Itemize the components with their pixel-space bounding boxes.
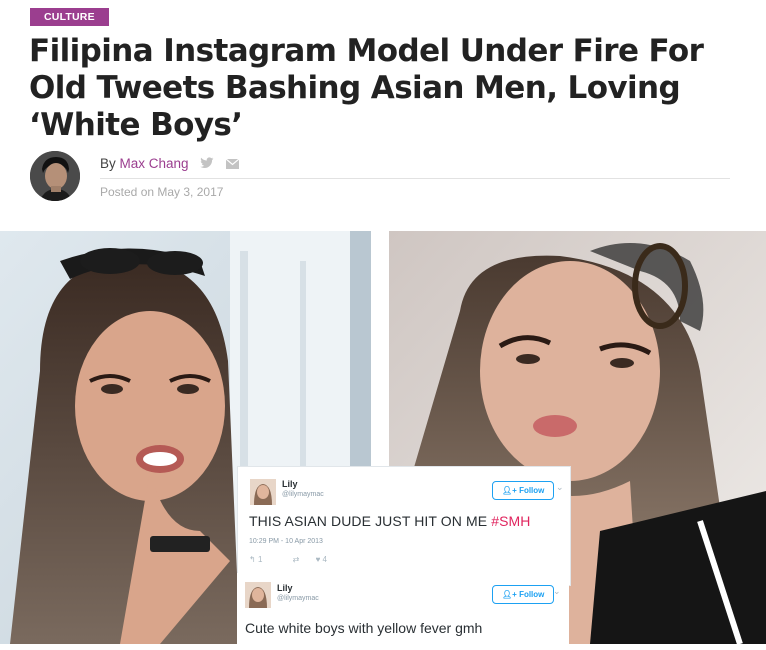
chevron-down-icon[interactable]: ⌄ [553, 586, 561, 597]
post-date: Posted on May 3, 2017 [100, 185, 224, 199]
tweet-avatar[interactable] [250, 479, 276, 505]
tweet-author-handle[interactable]: @lilymaymac [282, 491, 324, 498]
tweet-text: Cute white boys with yellow fever gmh [245, 620, 483, 636]
follow-label: Follow [519, 590, 545, 599]
add-user-icon: 👤︎+ [502, 486, 517, 495]
tweet-avatar[interactable] [245, 582, 271, 608]
follow-button[interactable]: 👤︎+ Follow [492, 585, 555, 604]
reply-icon[interactable]: ↰ 1 [249, 555, 276, 564]
reply-count: 1 [257, 555, 263, 564]
like-count: 4 [322, 555, 327, 564]
chevron-down-icon[interactable]: ⌄ [556, 482, 564, 493]
follow-button[interactable]: 👤︎+ Follow [492, 481, 555, 500]
tweet-author-name[interactable]: Lily [277, 583, 293, 593]
article-headline: Filipina Instagram Model Under Fire For … [29, 33, 704, 143]
author-avatar[interactable] [30, 151, 80, 201]
tweet-actions: ↰ 1 ⇄ ♥ 4 [249, 555, 355, 564]
tweet-timestamp[interactable]: 10:29 PM - 10 Apr 2013 [249, 538, 323, 545]
tweet-card-1[interactable]: Lily @lilymaymac 👤︎+ Follow ⌄ THIS ASIAN… [237, 466, 571, 586]
tweet-author-name[interactable]: Lily [282, 479, 298, 489]
author-link[interactable]: Max Chang [120, 156, 189, 171]
tweet-author-handle[interactable]: @lilymaymac [277, 595, 319, 602]
tweet-text-body: THIS ASIAN DUDE JUST HIT ON ME [249, 513, 492, 529]
byline: By Max Chang [100, 156, 240, 172]
byline-prefix: By [100, 156, 116, 171]
category-badge[interactable]: CULTURE [30, 8, 109, 26]
email-icon[interactable] [225, 157, 240, 172]
add-user-icon: 👤︎+ [502, 590, 517, 599]
follow-label: Follow [519, 486, 545, 495]
tweet-text: THIS ASIAN DUDE JUST HIT ON ME #SMH [249, 513, 530, 529]
like-icon[interactable]: ♥ 4 [316, 555, 341, 564]
hashtag-link[interactable]: #SMH [491, 513, 530, 529]
retweet-icon[interactable]: ⇄ [293, 555, 300, 564]
tweet-card-2[interactable]: Lily @lilymaymac 👤︎+ Follow ⌄ Cute white… [237, 573, 569, 644]
meta-divider [100, 178, 730, 179]
twitter-icon[interactable] [200, 157, 214, 172]
